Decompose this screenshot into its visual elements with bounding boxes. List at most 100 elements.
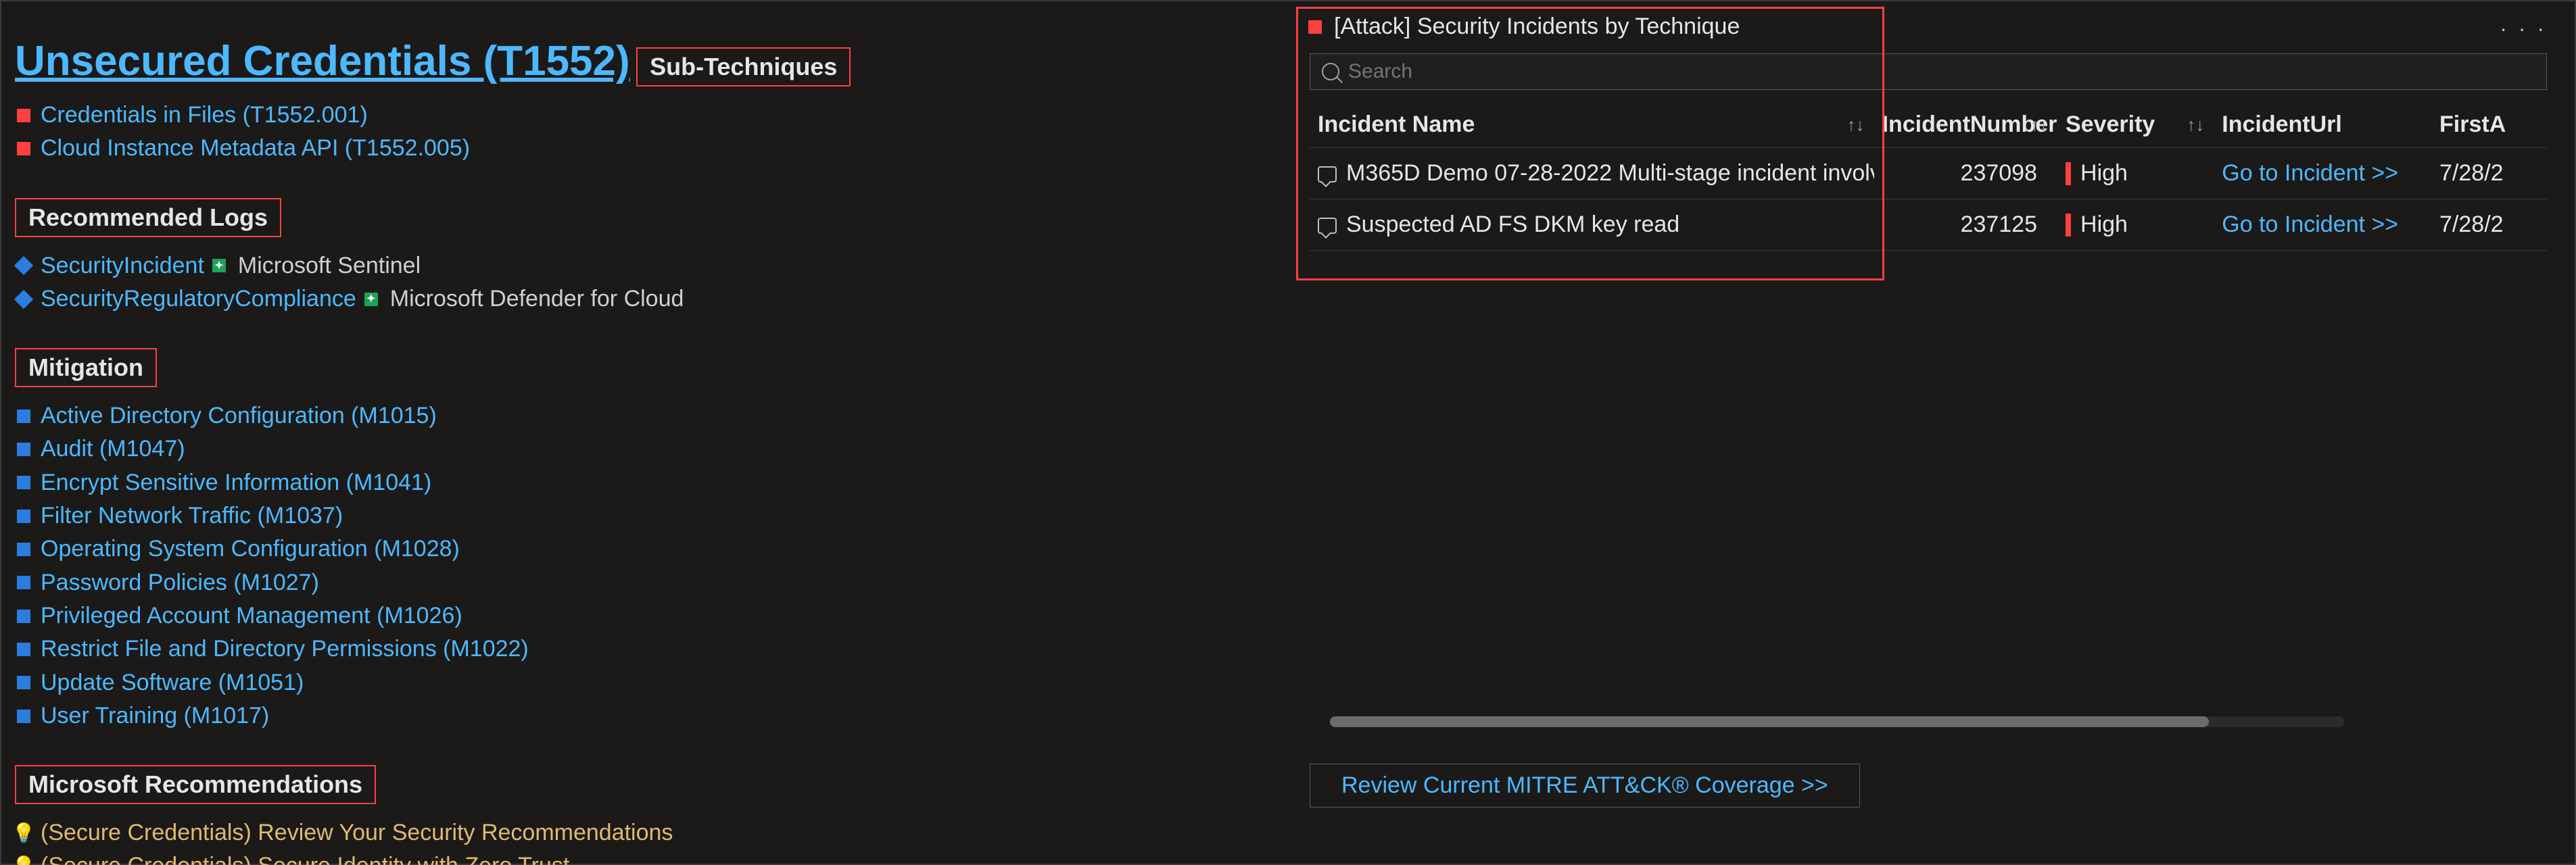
heading-text: Microsoft Recommendations [28, 770, 362, 798]
list-item[interactable]: Restrict File and Directory Permissions … [15, 633, 1286, 666]
incidents-table: Incident Name↑↓ IncidentNumber↑↓ Severit… [1310, 102, 2547, 251]
blue-square-icon [15, 443, 32, 456]
blue-square-icon [15, 410, 32, 423]
section-heading-ms-recommendations: Microsoft Recommendations [15, 765, 376, 804]
search-wrapper [1310, 53, 2547, 90]
cell-severity: High [2057, 148, 2214, 199]
product-badge-icon: ✦ [212, 259, 226, 272]
red-square-icon [1308, 20, 1322, 34]
list-item[interactable]: 💡 (Secure Credentials) Review Your Securi… [15, 816, 1286, 849]
list-item[interactable]: 💡 (Secure Credentials) Secure Identity wi… [15, 849, 1286, 865]
cell-incident-name: Suspected AD FS DKM key read [1310, 199, 1874, 251]
diamond-icon [15, 293, 32, 306]
list-item[interactable]: Encrypt Sensitive Information (M1041) [15, 466, 1286, 499]
link-text: Password Policies (M1027) [41, 566, 319, 599]
col-header-severity[interactable]: Severity↑↓ [2057, 102, 2214, 148]
mitigation-list: Active Directory Configuration (M1015) A… [15, 399, 1286, 733]
sort-icon: ↑↓ [2187, 114, 2204, 135]
cell-incident-number: 237098 [1874, 148, 2057, 199]
cell-incident-number: 237125 [1874, 199, 2057, 251]
blue-square-icon [15, 676, 32, 689]
col-header-incident-url[interactable]: IncidentUrl [2214, 102, 2431, 148]
list-item[interactable]: Active Directory Configuration (M1015) [15, 399, 1286, 432]
heading-text: Mitigation [28, 353, 143, 381]
col-header-incident-name[interactable]: Incident Name↑↓ [1310, 102, 1874, 148]
incident-card-title: [Attack] Security Incidents by Technique [1334, 14, 1740, 40]
link-text: SecurityIncident [41, 249, 204, 282]
list-item[interactable]: Cloud Instance Metadata API (T1552.005) [15, 132, 1286, 165]
recommendation-text: (Secure Credentials) Review Your Securit… [41, 816, 673, 849]
recommended-logs-list: SecurityIncident ✦ Microsoft Sentinel Se… [15, 249, 1286, 316]
product-badge-icon: ✦ [364, 293, 378, 306]
lightbulb-icon: 💡 [15, 820, 32, 847]
cell-severity: High [2057, 199, 2214, 251]
section-heading-mitigation: Mitigation [15, 348, 157, 387]
link-text: Operating System Configuration (M1028) [41, 533, 460, 566]
blue-square-icon [15, 510, 32, 523]
list-item[interactable]: Credentials in Files (T1552.001) [15, 99, 1286, 132]
section-heading-recommended-logs: Recommended Logs [15, 198, 281, 237]
heading-text: Sub-Techniques [650, 53, 837, 80]
red-square-icon [15, 142, 32, 155]
ms-recommendations-list: 💡 (Secure Credentials) Review Your Securi… [15, 816, 1286, 865]
search-input[interactable] [1310, 53, 2547, 90]
blue-square-icon [15, 643, 32, 656]
link-text: Restrict File and Directory Permissions … [41, 633, 529, 666]
link-text: Audit (M1047) [41, 432, 185, 466]
list-item[interactable]: SecurityIncident ✦ Microsoft Sentinel [15, 249, 1286, 282]
product-label: Microsoft Sentinel [238, 249, 421, 282]
cell-incident-url[interactable]: Go to Incident >> [2214, 199, 2431, 251]
blue-square-icon [15, 543, 32, 556]
recommendation-text: (Secure Credentials) Secure Identity wit… [41, 849, 569, 865]
link-text: User Training (M1017) [41, 699, 269, 733]
sort-icon: ↑↓ [2030, 114, 2048, 135]
list-item[interactable]: Update Software (M1051) [15, 666, 1286, 699]
go-to-incident-link[interactable]: Go to Incident >> [2222, 160, 2398, 186]
table-row[interactable]: M365D Demo 07-28-2022 Multi-stage incide… [1310, 148, 2547, 199]
lightbulb-icon: 💡 [15, 853, 32, 865]
link-text: Credentials in Files (T1552.001) [41, 99, 368, 132]
chat-icon [1318, 218, 1337, 234]
cell-incident-url[interactable]: Go to Incident >> [2214, 148, 2431, 199]
table-row[interactable]: Suspected AD FS DKM key read 237125 High… [1310, 199, 2547, 251]
col-header-incident-number[interactable]: IncidentNumber↑↓ [1874, 102, 2057, 148]
cell-first-activity: 7/28/2 [2431, 199, 2547, 251]
severity-bar-icon [2066, 214, 2071, 237]
red-square-icon [15, 109, 32, 122]
link-text: Filter Network Traffic (M1037) [41, 499, 343, 533]
sort-icon: ↑↓ [1847, 114, 1865, 135]
link-text: Active Directory Configuration (M1015) [41, 399, 437, 432]
blue-square-icon [15, 476, 32, 489]
diamond-icon [15, 259, 32, 272]
blue-square-icon [15, 576, 32, 589]
sub-techniques-list: Credentials in Files (T1552.001) Cloud I… [15, 99, 1286, 166]
link-text: Privileged Account Management (M1026) [41, 599, 462, 633]
scrollbar-thumb[interactable] [1330, 716, 2209, 727]
list-item[interactable]: Audit (M1047) [15, 432, 1286, 466]
horizontal-scrollbar[interactable] [1330, 716, 2344, 727]
heading-text: Recommended Logs [28, 203, 268, 231]
list-item[interactable]: Filter Network Traffic (M1037) [15, 499, 1286, 533]
table-header-row: Incident Name↑↓ IncidentNumber↑↓ Severit… [1310, 102, 2547, 148]
more-menu-button[interactable]: · · · [2500, 16, 2547, 41]
list-item[interactable]: User Training (M1017) [15, 699, 1286, 733]
list-item[interactable]: Password Policies (M1027) [15, 566, 1286, 599]
technique-title-link[interactable]: Unsecured Credentials (T1552) [15, 38, 630, 84]
cell-first-activity: 7/28/2 [2431, 148, 2547, 199]
go-to-incident-link[interactable]: Go to Incident >> [2222, 212, 2398, 237]
blue-square-icon [15, 610, 32, 623]
incident-card-header: [Attack] Security Incidents by Technique [1296, 7, 2560, 47]
cell-incident-name: M365D Demo 07-28-2022 Multi-stage incide… [1310, 148, 1874, 199]
list-item[interactable]: SecurityRegulatoryCompliance ✦ Microsoft… [15, 282, 1286, 316]
list-item[interactable]: Operating System Configuration (M1028) [15, 533, 1286, 566]
chat-icon [1318, 166, 1337, 182]
search-icon [1322, 63, 1339, 80]
review-coverage-button[interactable]: Review Current MITRE ATT&CK® Coverage >> [1310, 764, 1860, 808]
col-header-first-activity[interactable]: FirstA [2431, 102, 2547, 148]
list-item[interactable]: Privileged Account Management (M1026) [15, 599, 1286, 633]
link-text: Update Software (M1051) [41, 666, 304, 699]
product-label: Microsoft Defender for Cloud [390, 282, 684, 316]
section-heading-sub-techniques: Sub-Techniques [636, 47, 851, 86]
blue-square-icon [15, 710, 32, 723]
severity-bar-icon [2066, 162, 2071, 185]
